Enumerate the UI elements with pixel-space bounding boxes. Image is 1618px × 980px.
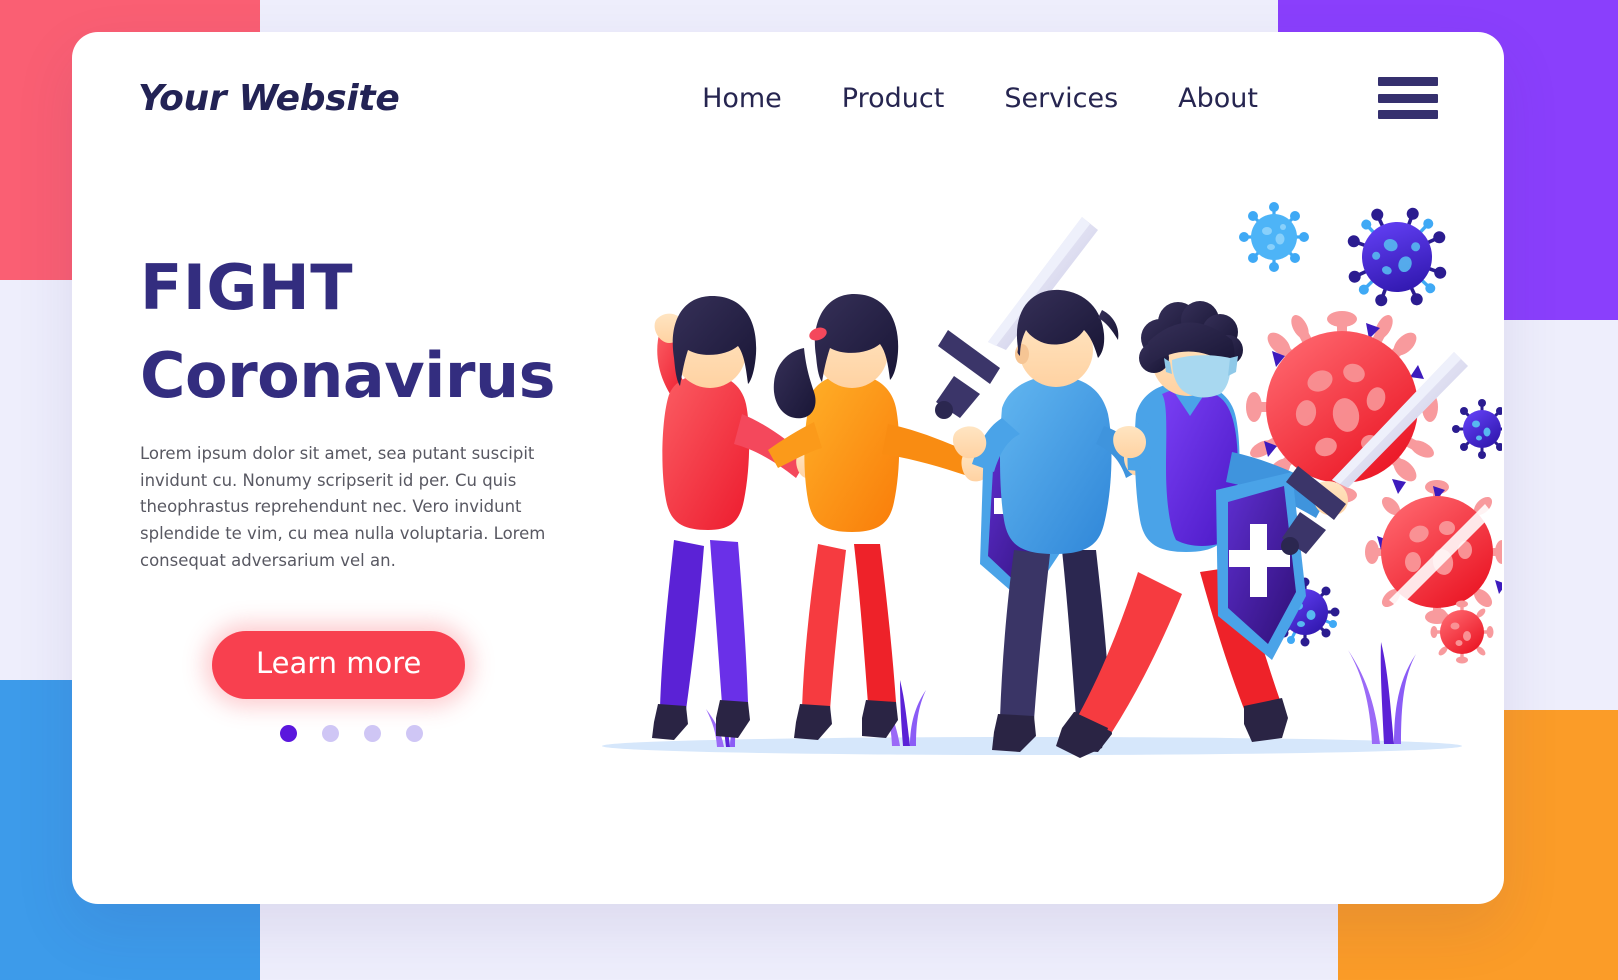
hero-illustration xyxy=(582,152,1502,792)
nav-item-home[interactable]: Home xyxy=(702,83,782,114)
hamburger-bar-2 xyxy=(1378,93,1438,103)
virus-tiny-red xyxy=(1430,600,1494,664)
site-header: Your Website Home Product Services About xyxy=(72,32,1504,164)
hamburger-bar-1 xyxy=(1378,77,1438,86)
carousel-dot-4[interactable] xyxy=(406,724,423,742)
virus-medium-indigo xyxy=(1347,207,1447,307)
nav-item-about[interactable]: About xyxy=(1178,83,1258,114)
hero-description: Lorem ipsum dolor sit amet, sea putant s… xyxy=(140,444,546,570)
virus-small-indigo xyxy=(1452,399,1502,459)
nav-item-services[interactable]: Services xyxy=(1004,83,1118,114)
carousel-dot-1[interactable] xyxy=(280,724,297,742)
landing-page-card: Your Website Home Product Services About… xyxy=(72,32,1504,904)
carousel-dot-2[interactable] xyxy=(322,724,339,742)
main-navigation: Home Product Services About xyxy=(702,77,1438,119)
virus-small-lightblue xyxy=(1239,202,1309,272)
site-logo[interactable]: Your Website xyxy=(138,78,400,119)
learn-more-button[interactable]: Learn more xyxy=(212,630,466,699)
hamburger-icon[interactable] xyxy=(1378,77,1438,119)
hamburger-bar-3 xyxy=(1378,110,1438,119)
nav-item-product[interactable]: Product xyxy=(842,83,945,114)
carousel-dot-3[interactable] xyxy=(364,724,381,742)
grass-tuft-right xyxy=(1348,642,1416,744)
woman-orange-top-ponytail xyxy=(768,294,990,740)
virus-medium-red-cut xyxy=(1365,480,1502,630)
